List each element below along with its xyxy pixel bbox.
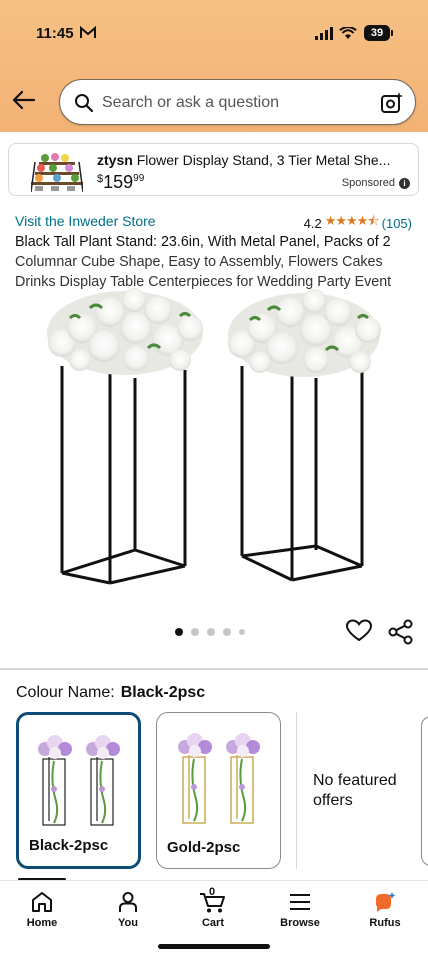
menu-icon — [270, 889, 330, 915]
variant-separator — [296, 712, 297, 869]
carousel-dot[interactable] — [239, 629, 245, 635]
share-icon — [388, 619, 413, 645]
search-icon — [74, 93, 94, 118]
battery-tip — [391, 30, 393, 36]
colour-selected-value: Black-2psc — [120, 684, 206, 701]
right-stand — [228, 289, 381, 582]
heart-icon — [345, 619, 373, 642]
product-title-rest: Columnar Cube Shape, Easy to Assembly, F… — [15, 254, 392, 290]
price-whole: 159 — [103, 172, 134, 192]
sponsored-title-text: Flower Display Stand, 3 Tier Metal She..… — [136, 152, 391, 168]
search-input[interactable] — [102, 91, 362, 115]
app-header: 11:45 39 — [0, 0, 428, 132]
image-carousel-dots[interactable] — [175, 628, 245, 636]
no-featured-offers: No featured offers — [313, 772, 397, 809]
nav-label: Browse — [280, 917, 320, 929]
product-image[interactable] — [40, 288, 390, 588]
rating-value: 4.2 — [303, 215, 322, 231]
variant-thumbnail — [35, 729, 125, 829]
product-title: Black Tall Plant Stand: 23.6in, With Met… — [15, 232, 415, 292]
mail-icon — [80, 25, 96, 44]
store-link[interactable]: Visit the Inweder Store — [15, 213, 156, 229]
battery-indicator: 39 — [364, 25, 390, 41]
status-time: 11:45 — [36, 25, 74, 42]
carousel-dot[interactable] — [223, 628, 231, 636]
cellular-signal-icon — [315, 27, 333, 45]
variant-option-black[interactable]: Black-2psc — [16, 712, 141, 869]
star-rating-icon: ★★★★⯪ — [324, 213, 380, 228]
share-button[interactable] — [388, 619, 414, 650]
nav-home[interactable]: Home — [12, 889, 72, 929]
section-divider — [0, 668, 428, 670]
left-stand — [47, 288, 203, 585]
sponsored-banner[interactable]: ztysn Flower Display Stand, 3 Tier Metal… — [8, 143, 419, 196]
rating-count: (105) — [381, 215, 412, 231]
nav-cart[interactable]: 0 Cart — [183, 886, 243, 929]
nav-label: Cart — [201, 917, 224, 929]
product-title-main: Black Tall Plant Stand: 23.6in, With Met… — [15, 234, 391, 250]
status-bar: 11:45 39 — [0, 0, 428, 64]
variant-thumbnail — [173, 727, 263, 827]
nav-label: You — [118, 917, 138, 929]
home-indicator — [158, 944, 270, 949]
variant-option-gold[interactable]: Gold-2psc — [156, 712, 281, 869]
nav-label: Home — [26, 917, 58, 929]
search-bar[interactable] — [59, 79, 416, 125]
rufus-icon — [355, 889, 415, 915]
colour-label-text: Colour Name: — [16, 684, 115, 701]
nav-label: Rufus — [369, 917, 401, 929]
wifi-icon — [339, 26, 357, 45]
back-button[interactable] — [10, 86, 38, 114]
variant-label: Gold-2psc — [167, 839, 241, 856]
carousel-dot[interactable] — [207, 628, 215, 636]
price-fraction: 99 — [133, 173, 145, 184]
rating-summary[interactable]: 4.2 ★★★★⯪ (105) — [304, 212, 412, 234]
nav-rufus[interactable]: Rufus — [355, 889, 415, 929]
sponsored-brand: ztysn — [97, 152, 133, 168]
carousel-dot[interactable] — [175, 628, 183, 636]
person-icon — [98, 889, 158, 915]
nav-you[interactable]: You — [98, 889, 158, 929]
cart-count-badge: 0 — [209, 886, 216, 898]
sponsored-label-text: Sponsored — [341, 177, 395, 189]
nav-browse[interactable]: Browse — [270, 889, 330, 929]
variant-label: Black-2psc — [29, 837, 109, 854]
cart-icon: 0 — [183, 886, 243, 915]
carousel-dot[interactable] — [191, 628, 199, 636]
wishlist-button[interactable] — [345, 619, 373, 648]
info-icon: i — [399, 177, 410, 189]
home-icon — [12, 889, 72, 915]
next-card-edge[interactable] — [421, 716, 428, 866]
arrow-left-icon — [12, 90, 36, 110]
sponsored-product-thumbnail — [30, 148, 84, 193]
colour-name-label: Colour Name: Black-2psc — [16, 684, 205, 702]
sponsored-price: $15999 — [97, 172, 144, 193]
sponsored-title[interactable]: ztysn Flower Display Stand, 3 Tier Metal… — [97, 152, 412, 168]
sponsored-label[interactable]: Sponsored i — [342, 177, 410, 189]
camera-lens-icon[interactable] — [380, 91, 404, 120]
